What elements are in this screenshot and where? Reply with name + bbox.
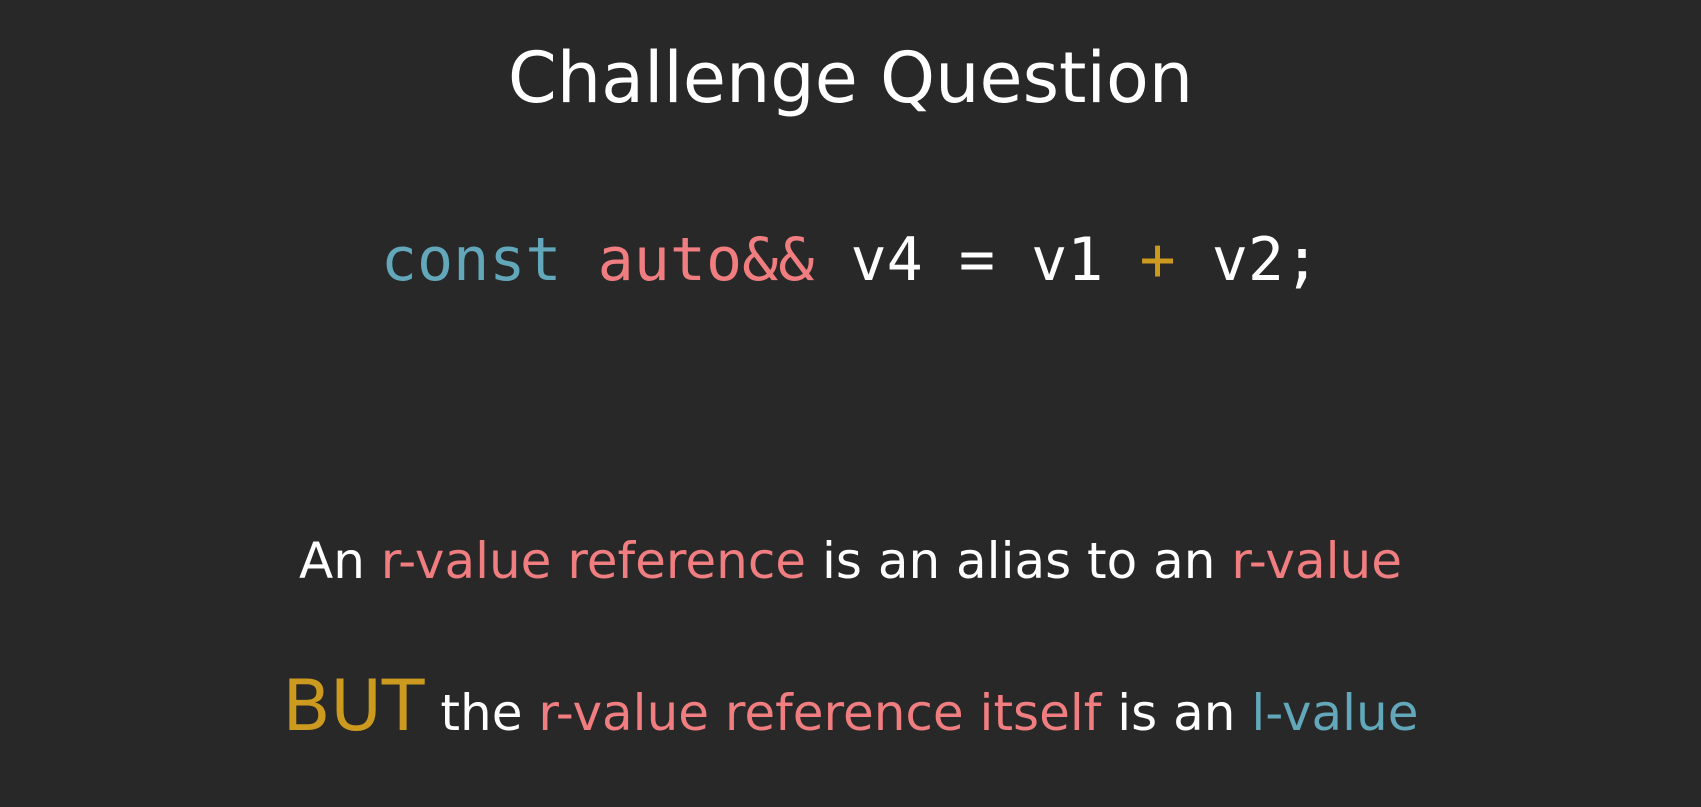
code-snippet: const auto&& v4 = v1 + v2; bbox=[0, 222, 1701, 298]
statement-1-middle: is an alias to an bbox=[821, 532, 1216, 590]
statement-2-word-the: the bbox=[440, 684, 523, 742]
code-plus-operator: + bbox=[1139, 225, 1176, 295]
statement-2-term-rvalue-reference-itself: r-value reference itself bbox=[538, 684, 1102, 742]
statement-2-emphasis-but: BUT bbox=[282, 665, 425, 747]
statement-lvalue-itself: BUT the r-value reference itself is an l… bbox=[0, 666, 1701, 753]
statement-1-term-rvalue: r-value bbox=[1231, 532, 1403, 590]
statement-1-term-rvalue-reference: r-value reference bbox=[380, 532, 807, 590]
statement-2-term-lvalue: l-value bbox=[1251, 684, 1419, 742]
code-rhs: v2; bbox=[1211, 225, 1321, 295]
statement-2-middle: is an bbox=[1117, 684, 1236, 742]
statement-1-prefix: An bbox=[298, 532, 365, 590]
code-type-auto-rref: auto&& bbox=[597, 225, 815, 295]
code-keyword-const: const bbox=[380, 225, 562, 295]
slide-title: Challenge Question bbox=[507, 37, 1194, 119]
code-lhs: v4 = v1 bbox=[850, 225, 1104, 295]
statement-rvalue-alias: An r-value reference is an alias to an r… bbox=[0, 530, 1701, 592]
